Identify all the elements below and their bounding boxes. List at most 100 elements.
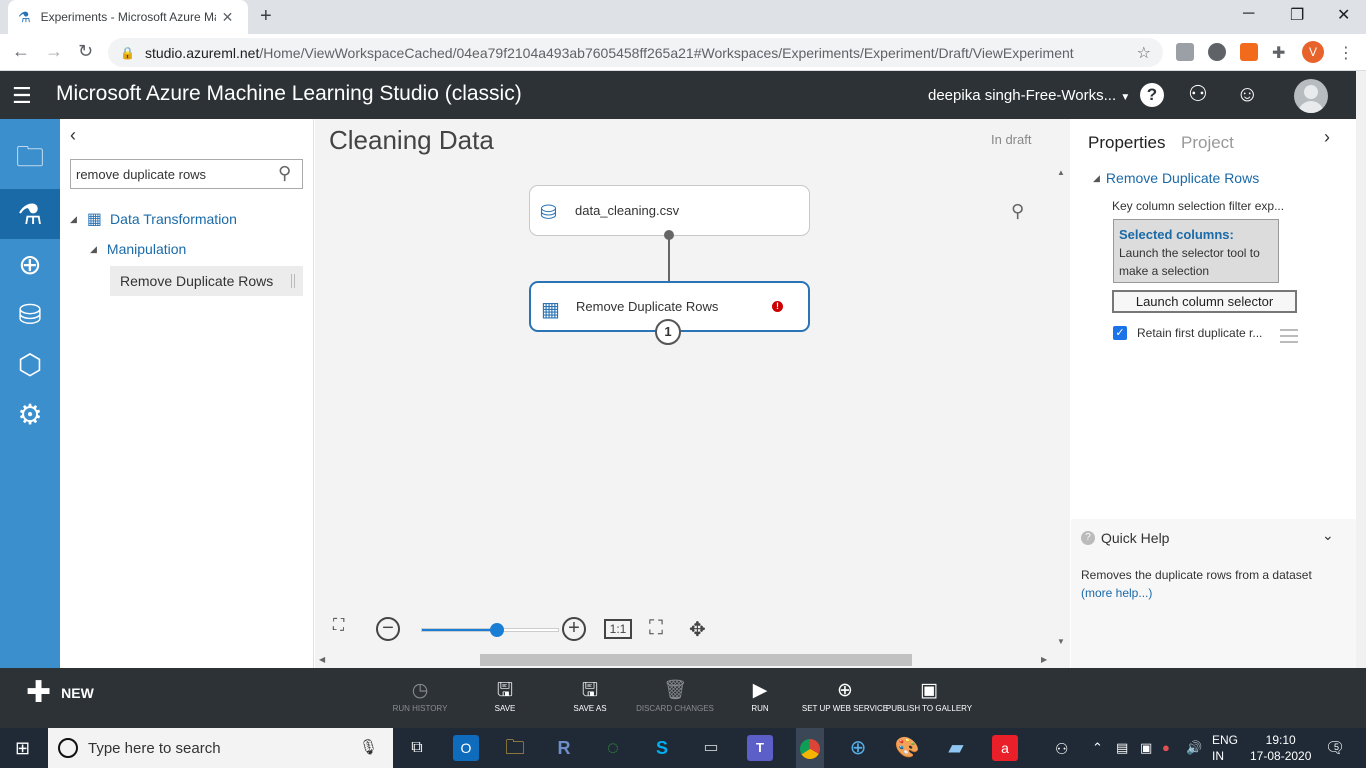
error-icon[interactable]: !	[772, 301, 783, 312]
pan-move-icon[interactable]: ✥	[689, 617, 706, 642]
quick-help-header[interactable]: ? Quick Help	[1081, 530, 1169, 546]
module-output-port[interactable]: 1	[655, 319, 681, 345]
module-connector[interactable]	[668, 236, 670, 284]
launch-column-selector-button[interactable]: Launch column selector	[1112, 290, 1297, 313]
retain-checkbox[interactable]: ✓	[1113, 326, 1127, 340]
cast-extension-icon[interactable]	[1176, 43, 1194, 61]
discard-changes-button[interactable]: 🗑 DISCARD CHANGES	[630, 678, 720, 713]
notes-app-icon[interactable]: ▰	[943, 735, 969, 761]
url-bar[interactable]: 🔒 studio.azureml.net/Home/ViewWorkspaceC…	[108, 38, 1163, 67]
tab-properties[interactable]: Properties	[1088, 133, 1165, 153]
parameter-menu-icon[interactable]	[1280, 329, 1298, 343]
close-window-icon[interactable]: ✕	[1337, 5, 1350, 25]
taskbar-search-box[interactable]: Type here to search 🎙	[48, 728, 393, 768]
new-button[interactable]: ✚ NEW	[26, 678, 94, 708]
palette-module-item[interactable]: Remove Duplicate Rows	[110, 266, 303, 296]
forward-icon[interactable]: →	[45, 41, 63, 62]
experiment-title[interactable]: Cleaning Data	[329, 125, 494, 156]
progress-app-icon[interactable]: ◌	[600, 735, 626, 761]
collapse-palette-icon[interactable]: ‹	[70, 125, 76, 146]
experiments-flask-icon[interactable]: ⚗	[0, 189, 60, 239]
paint-app-icon[interactable]: 🎨	[894, 735, 920, 761]
windows-start-icon[interactable]: ⊞	[15, 738, 30, 759]
user-avatar[interactable]	[1294, 79, 1328, 113]
media-app-icon[interactable]: ▭	[698, 735, 724, 761]
zoom-slider-handle[interactable]	[489, 623, 504, 637]
airtel-app-icon[interactable]: a	[992, 735, 1018, 761]
save-button[interactable]: 🖫 SAVE	[460, 678, 550, 713]
language-indicator[interactable]: ENG IN	[1212, 732, 1238, 764]
tab-project[interactable]: Project	[1181, 133, 1234, 153]
run-history-button[interactable]: ◷ RUN HISTORY	[375, 678, 465, 713]
projects-icon[interactable]: 🗀	[0, 135, 60, 185]
microphone-icon[interactable]: 🎙	[359, 738, 378, 756]
module-search-input[interactable]	[70, 159, 303, 189]
publish-to-gallery-button[interactable]: ▣ PUBLISH TO GALLERY	[884, 678, 974, 713]
save-as-button[interactable]: 🖫 SAVE AS	[545, 678, 635, 713]
canvas-horizontal-scrollbar[interactable]	[480, 654, 912, 666]
chevron-down-icon[interactable]: ⌄	[1322, 527, 1334, 544]
zoom-slider[interactable]	[421, 623, 559, 637]
more-help-link[interactable]: (more help...)	[1081, 586, 1152, 600]
outlook-icon[interactable]: O	[453, 735, 479, 761]
tray-chevron-up-icon[interactable]: ⌃	[1092, 740, 1103, 756]
canvas-search-icon[interactable]: ⚲	[1011, 201, 1024, 222]
zoom-to-selection-icon[interactable]: ⛶	[649, 617, 663, 640]
zoom-in-icon[interactable]: +	[562, 617, 586, 641]
browser-menu-icon[interactable]: ⋮	[1338, 43, 1356, 62]
zoom-out-icon[interactable]: −	[376, 617, 400, 641]
extension-r-icon[interactable]	[1240, 43, 1258, 61]
tree-category[interactable]: ◢ ▦ Data Transformation	[70, 209, 237, 229]
actual-size-button[interactable]: 1:1	[604, 619, 632, 639]
help-icon[interactable]: ?	[1140, 83, 1164, 107]
bookmark-star-icon[interactable]: ☆	[1137, 43, 1151, 63]
collapse-pane-icon[interactable]: ›	[1324, 127, 1330, 148]
workspace-selector[interactable]: deepika singh-Free-Works... ▼	[928, 87, 1130, 104]
close-tab-icon[interactable]: ✕	[222, 9, 234, 26]
taskbar-clock[interactable]: 19:10 17-08-2020	[1250, 732, 1311, 764]
skype-icon[interactable]: S	[649, 735, 675, 761]
search-icon[interactable]: ⚲	[278, 163, 291, 184]
scroll-left-arrow-icon[interactable]: ◀	[319, 655, 325, 664]
trained-models-cube-icon[interactable]: ⬡	[0, 339, 60, 389]
file-explorer-icon[interactable]: 🗀	[502, 735, 528, 761]
teams-icon[interactable]: T	[747, 735, 773, 761]
volume-icon[interactable]: 🔊	[1186, 740, 1202, 756]
community-icon[interactable]: ⚇	[1188, 81, 1208, 107]
scroll-right-arrow-icon[interactable]: ▶	[1041, 655, 1047, 664]
tree-subcategory[interactable]: ◢ Manipulation	[90, 241, 186, 257]
restore-icon[interactable]: ❐	[1290, 5, 1304, 25]
people-icon[interactable]: ⚇	[1055, 740, 1068, 758]
run-button[interactable]: ▶ RUN	[715, 678, 805, 713]
reload-icon[interactable]: ↻	[78, 41, 93, 62]
network-icon[interactable]: ▣	[1140, 740, 1152, 756]
drag-grip-icon[interactable]	[291, 274, 295, 288]
vpn-icon[interactable]: ●	[1162, 740, 1170, 755]
scroll-up-arrow-icon[interactable]: ▲	[1057, 168, 1065, 177]
properties-module-header[interactable]: ◢ Remove Duplicate Rows	[1093, 170, 1259, 186]
extension-circle-icon[interactable]	[1208, 43, 1226, 61]
settings-gear-icon[interactable]: ⚙	[0, 389, 60, 439]
r-app-icon[interactable]: R	[551, 735, 577, 761]
tray-printer-icon[interactable]: ▤	[1116, 740, 1128, 756]
feedback-smiley-icon[interactable]: ☺	[1236, 81, 1258, 107]
scroll-down-arrow-icon[interactable]: ▼	[1057, 637, 1065, 646]
set-up-web-service-button[interactable]: ⊕ SET UP WEB SERVICE	[800, 678, 890, 713]
chrome-icon[interactable]	[796, 728, 824, 768]
web-services-globe-icon[interactable]: ⊕	[0, 239, 60, 289]
task-view-icon[interactable]: ⧉	[404, 735, 430, 761]
datasets-icon[interactable]: ⛁	[0, 289, 60, 339]
retain-first-duplicate-option[interactable]: ✓ Retain first duplicate r...	[1113, 326, 1262, 340]
puzzle-extensions-icon[interactable]: ✚	[1272, 43, 1290, 62]
dataset-module[interactable]: ⛁ data_cleaning.csv	[529, 185, 810, 236]
back-icon[interactable]: ←	[12, 41, 30, 62]
profile-avatar[interactable]: V	[1302, 41, 1324, 63]
new-tab-icon[interactable]: +	[260, 5, 272, 28]
notification-center-icon[interactable]: 🗨 5	[1325, 738, 1345, 758]
minimize-icon[interactable]: ─	[1243, 5, 1254, 23]
globe-app-icon[interactable]: ⊕	[845, 735, 871, 761]
fit-to-screen-icon[interactable]: ⛶	[333, 617, 363, 639]
browser-tab[interactable]: ⚗ Experiments - Microsoft Azure Machine …	[8, 0, 248, 34]
experiment-canvas[interactable]: Cleaning Data In draft ⚲ ⛁ data_cleaning…	[315, 119, 1070, 668]
hamburger-menu-icon[interactable]: ☰	[12, 83, 32, 109]
